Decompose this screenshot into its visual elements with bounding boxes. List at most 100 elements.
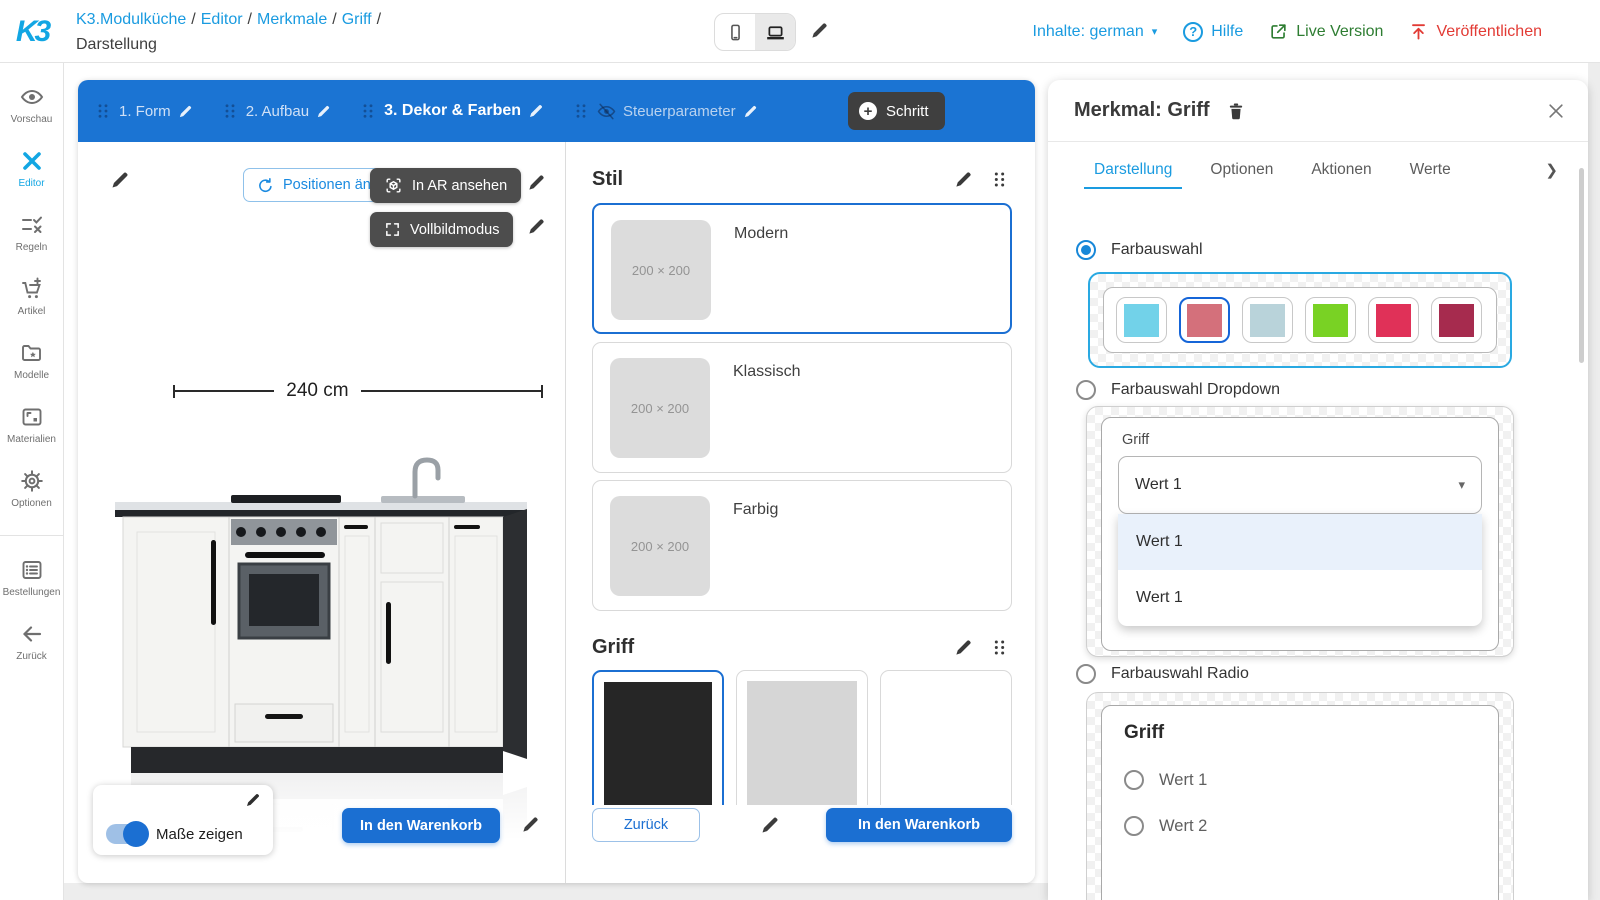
edit-style-section-pencil-icon[interactable]	[954, 170, 973, 189]
tab-optionen[interactable]: Optionen	[1210, 161, 1273, 179]
help-button[interactable]: ? Hilfe	[1183, 22, 1243, 42]
sidebar-item-zurueck[interactable]: Zurück	[0, 622, 64, 662]
dimension-line	[361, 390, 541, 392]
display-option-farbauswahl-radio[interactable]: Farbauswahl Radio	[1076, 664, 1249, 684]
sidebar-item-bestellungen[interactable]: Bestellungen	[0, 558, 64, 598]
eye-icon	[20, 85, 44, 109]
sidebar-item-label: Artikel	[18, 306, 46, 317]
app-logo[interactable]: K3	[0, 0, 64, 63]
step-tab-form[interactable]: 1. Form	[119, 103, 171, 120]
breadcrumb-link-griff[interactable]: Griff	[342, 11, 372, 28]
handle-swatch-white[interactable]	[880, 670, 1012, 820]
desktop-view-button[interactable]	[755, 14, 795, 50]
sidebar-item-artikel[interactable]: Artikel	[0, 277, 64, 317]
sidebar-item-modelle[interactable]: Modelle	[0, 341, 64, 381]
edit-ar-button-pencil-icon[interactable]	[527, 173, 546, 192]
edit-toggle-pencil-icon[interactable]	[245, 792, 261, 808]
handle-swatch-gray[interactable]	[736, 670, 868, 820]
color-cell-4[interactable]	[1305, 297, 1356, 343]
step-tab-aufbau[interactable]: 2. Aufbau	[246, 103, 309, 120]
ar-cube-icon	[384, 176, 403, 195]
sidebar-item-materialien[interactable]: Materialien	[0, 405, 64, 445]
dimension-tick	[541, 385, 543, 398]
trash-icon[interactable]	[1226, 101, 1246, 121]
sidebar-item-vorschau[interactable]: Vorschau	[0, 85, 64, 125]
step-tab-dekor-farben[interactable]: 3. Dekor & Farben	[384, 102, 521, 120]
drag-handle-icon[interactable]	[359, 102, 377, 120]
caret-down-icon: ▾	[1458, 477, 1465, 493]
dropdown-selected-value: Wert 1	[1135, 476, 1182, 494]
radio-option-wert1[interactable]: Wert 1	[1124, 770, 1476, 790]
edit-cart-button-pencil-icon[interactable]	[521, 815, 540, 834]
color-cell-2-selected[interactable]	[1179, 297, 1230, 343]
dropdown-select[interactable]: Wert 1 ▾	[1118, 456, 1482, 514]
mobile-view-button[interactable]	[715, 14, 755, 50]
handle-swatch-black[interactable]	[592, 670, 724, 820]
help-label: Hilfe	[1211, 23, 1243, 41]
drag-handle-icon[interactable]	[94, 102, 112, 120]
tab-werte[interactable]: Werte	[1410, 161, 1451, 179]
color-cell-3[interactable]	[1242, 297, 1293, 343]
radio-option-wert2[interactable]: Wert 2	[1124, 816, 1476, 836]
pencil-icon[interactable]	[316, 104, 331, 119]
sidebar-item-optionen[interactable]: Optionen	[0, 469, 64, 509]
pencil-icon[interactable]	[743, 104, 758, 119]
fullscreen-mode-button[interactable]: Vollbildmodus	[370, 212, 513, 247]
add-to-cart-button-preview[interactable]: In den Warenkorb	[342, 808, 500, 843]
image-placeholder: 200 × 200	[610, 496, 710, 596]
radio-icon	[1124, 816, 1144, 836]
edit-handle-section-pencil-icon[interactable]	[954, 638, 973, 657]
color-cell-5[interactable]	[1368, 297, 1419, 343]
edit-footer-pencil-icon[interactable]	[760, 815, 780, 835]
measure-toggle-card: Maße zeigen	[93, 785, 273, 855]
breadcrumb-link-root[interactable]: K3.Modulküche	[76, 11, 186, 28]
display-option-label: Farbauswahl Dropdown	[1111, 381, 1280, 399]
close-icon[interactable]	[1546, 101, 1566, 121]
back-button[interactable]: Zurück	[592, 808, 700, 842]
display-option-farbauswahl-dropdown[interactable]: Farbauswahl Dropdown	[1076, 380, 1280, 400]
handle-section-drag-handle-icon[interactable]	[990, 638, 1009, 657]
style-card-klassisch[interactable]: 200 × 200 Klassisch	[592, 342, 1012, 473]
edit-device-frame-pencil-icon[interactable]	[810, 21, 829, 40]
add-step-button[interactable]: + Schritt	[848, 92, 945, 130]
edit-preview-pencil-icon[interactable]	[110, 170, 130, 190]
tab-aktionen[interactable]: Aktionen	[1311, 161, 1371, 179]
pencil-icon[interactable]	[528, 103, 544, 119]
sidebar-item-regeln[interactable]: Regeln	[0, 213, 64, 253]
live-version-button[interactable]: Live Version	[1269, 22, 1383, 41]
panel-scrollbar[interactable]	[1579, 168, 1584, 363]
sidebar-item-editor[interactable]: Editor	[0, 149, 64, 189]
style-section-drag-handle-icon[interactable]	[990, 170, 1009, 189]
measure-toggle-switch[interactable]	[106, 824, 146, 844]
eye-off-icon[interactable]	[597, 102, 616, 121]
radio-icon	[1076, 380, 1096, 400]
drag-handle-icon[interactable]	[572, 102, 590, 120]
dropdown-option-2[interactable]: Wert 1	[1118, 570, 1482, 626]
color-cell-6[interactable]	[1431, 297, 1482, 343]
chevron-right-icon[interactable]: ❯	[1545, 161, 1558, 179]
kitchen-3d-preview[interactable]	[93, 410, 548, 840]
display-option-farbauswahl[interactable]: Farbauswahl	[1076, 240, 1203, 260]
view-in-ar-button[interactable]: In AR ansehen	[370, 168, 521, 203]
edit-fullscreen-button-pencil-icon[interactable]	[527, 217, 546, 236]
style-card-modern[interactable]: 200 × 200 Modern	[592, 203, 1012, 334]
left-sidebar: Vorschau Editor Regeln Artikel Modelle M…	[0, 63, 64, 900]
breadcrumb-link-editor[interactable]: Editor	[201, 11, 243, 28]
rotate-positions-icon	[256, 176, 275, 195]
publish-button[interactable]: Veröffentlichen	[1409, 22, 1542, 41]
style-card-label: Farbig	[733, 501, 778, 519]
drag-handle-icon[interactable]	[221, 102, 239, 120]
swatch-color	[891, 681, 1001, 809]
pencil-icon[interactable]	[178, 104, 193, 119]
style-card-farbig[interactable]: 200 × 200 Farbig	[592, 480, 1012, 611]
add-to-cart-button-options[interactable]: In den Warenkorb	[826, 808, 1012, 842]
sidebar-item-label: Editor	[18, 178, 44, 189]
radio-option-label: Wert 1	[1159, 771, 1207, 790]
dropdown-option-1[interactable]: Wert 1	[1118, 514, 1482, 570]
step-tab-steuerparameter[interactable]: Steuerparameter	[623, 103, 736, 120]
radio-option-label: Wert 2	[1159, 817, 1207, 836]
language-selector[interactable]: Inhalte: german ▾	[1033, 23, 1158, 41]
tab-darstellung[interactable]: Darstellung	[1094, 161, 1172, 179]
breadcrumb-link-merkmale[interactable]: Merkmale	[257, 11, 327, 28]
color-cell-1[interactable]	[1116, 297, 1167, 343]
